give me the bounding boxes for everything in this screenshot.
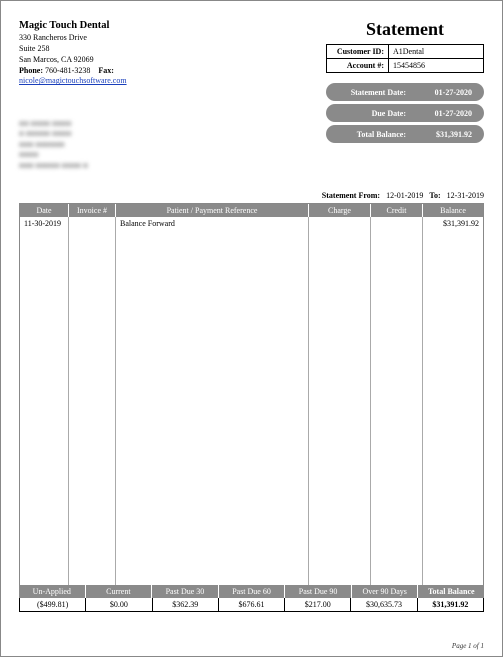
aging-values: ($499.81) $0.00 $362.39 $676.61 $217.00 … — [19, 598, 484, 612]
ag-v-current: $0.00 — [86, 598, 152, 611]
cell-credit — [371, 217, 423, 593]
ag-v-unapplied: ($499.81) — [20, 598, 86, 611]
statement-range: Statement From: 12-01-2019 To: 12-31-201… — [322, 191, 484, 200]
ag-h-total: Total Balance — [418, 585, 484, 598]
cell-charge — [309, 217, 371, 593]
phone-label: Phone: — [19, 66, 43, 75]
ag-v-pd90: $217.00 — [285, 598, 351, 611]
id-box: Customer ID: A1Dental Account #: 1545485… — [326, 44, 484, 73]
col-balance: Balance — [423, 204, 483, 217]
col-date: Date — [20, 204, 69, 217]
transactions-table: Date Invoice # Patient / Payment Referen… — [19, 203, 484, 594]
company-suite: Suite 258 — [19, 44, 127, 55]
phone-value: 760-481-3238 — [45, 66, 90, 75]
range-from-value: 12-01-2019 — [386, 191, 423, 200]
ag-h-pd90: Past Due 90 — [285, 585, 352, 598]
right-header: Statement Customer ID: A1Dental Account … — [326, 19, 484, 143]
statement-date-label: Statement Date: — [342, 88, 418, 97]
cell-reference: Balance Forward — [116, 217, 309, 593]
ag-v-pd60: $676.61 — [219, 598, 285, 611]
total-balance-value: $31,391.92 — [418, 130, 472, 139]
table-body: 11-30-2019 Balance Forward $31,391.92 — [20, 217, 483, 593]
page-number: Page 1 of 1 — [452, 642, 484, 650]
ag-h-current: Current — [86, 585, 153, 598]
statement-title: Statement — [326, 19, 484, 40]
col-credit: Credit — [371, 204, 423, 217]
statement-date-value: 01-27-2020 — [418, 88, 472, 97]
account-label: Account #: — [327, 59, 389, 72]
col-charge: Charge — [309, 204, 371, 217]
customer-id-row: Customer ID: A1Dental — [327, 45, 483, 58]
aging-table: Un-Applied Current Past Due 30 Past Due … — [19, 585, 484, 612]
customer-id-label: Customer ID: — [327, 45, 389, 58]
summary-pills: Statement Date: 01-27-2020 Due Date: 01-… — [326, 83, 484, 143]
company-email: nicole@magictouchsoftware.com — [19, 76, 127, 85]
company-name: Magic Touch Dental — [19, 19, 127, 33]
total-balance-label: Total Balance: — [342, 130, 418, 139]
cell-balance: $31,391.92 — [423, 217, 483, 593]
cell-date: 11-30-2019 — [20, 217, 69, 593]
total-balance-pill: Total Balance: $31,391.92 — [326, 125, 484, 143]
ag-v-pd30: $362.39 — [153, 598, 219, 611]
ag-h-over90: Over 90 Days — [352, 585, 419, 598]
ag-v-total: $31,391.92 — [418, 598, 483, 611]
table-header: Date Invoice # Patient / Payment Referen… — [20, 204, 483, 217]
ag-h-unapplied: Un-Applied — [19, 585, 86, 598]
ag-h-pd30: Past Due 30 — [152, 585, 219, 598]
recipient-address-block: ■■ ■■■■ ■■■■■ ■■■■■ ■■■■■■■ ■■■■■■■■■■■■… — [19, 119, 149, 167]
statement-date-pill: Statement Date: 01-27-2020 — [326, 83, 484, 101]
col-invoice: Invoice # — [69, 204, 116, 217]
company-street: 330 Rancheros Drive — [19, 33, 127, 44]
ag-v-over90: $30,635.73 — [351, 598, 417, 611]
range-to-value: 12-31-2019 — [447, 191, 484, 200]
fax-label: Fax: — [98, 66, 114, 75]
cell-invoice — [69, 217, 116, 593]
ag-h-pd60: Past Due 60 — [219, 585, 286, 598]
company-city: San Marcos, CA 92069 — [19, 55, 127, 66]
statement-page: Magic Touch Dental 330 Rancheros Drive S… — [0, 0, 503, 657]
account-value: 15454856 — [389, 59, 483, 72]
aging-header: Un-Applied Current Past Due 30 Past Due … — [19, 585, 484, 598]
range-from-label: Statement From: — [322, 191, 380, 200]
range-to-label: To: — [429, 191, 440, 200]
account-row: Account #: 15454856 — [327, 58, 483, 72]
due-date-pill: Due Date: 01-27-2020 — [326, 104, 484, 122]
col-reference: Patient / Payment Reference — [116, 204, 309, 217]
company-phone-line: Phone: 760-481-3238 Fax: — [19, 66, 127, 77]
customer-id-value: A1Dental — [389, 45, 483, 58]
due-date-value: 01-27-2020 — [418, 109, 472, 118]
due-date-label: Due Date: — [342, 109, 418, 118]
